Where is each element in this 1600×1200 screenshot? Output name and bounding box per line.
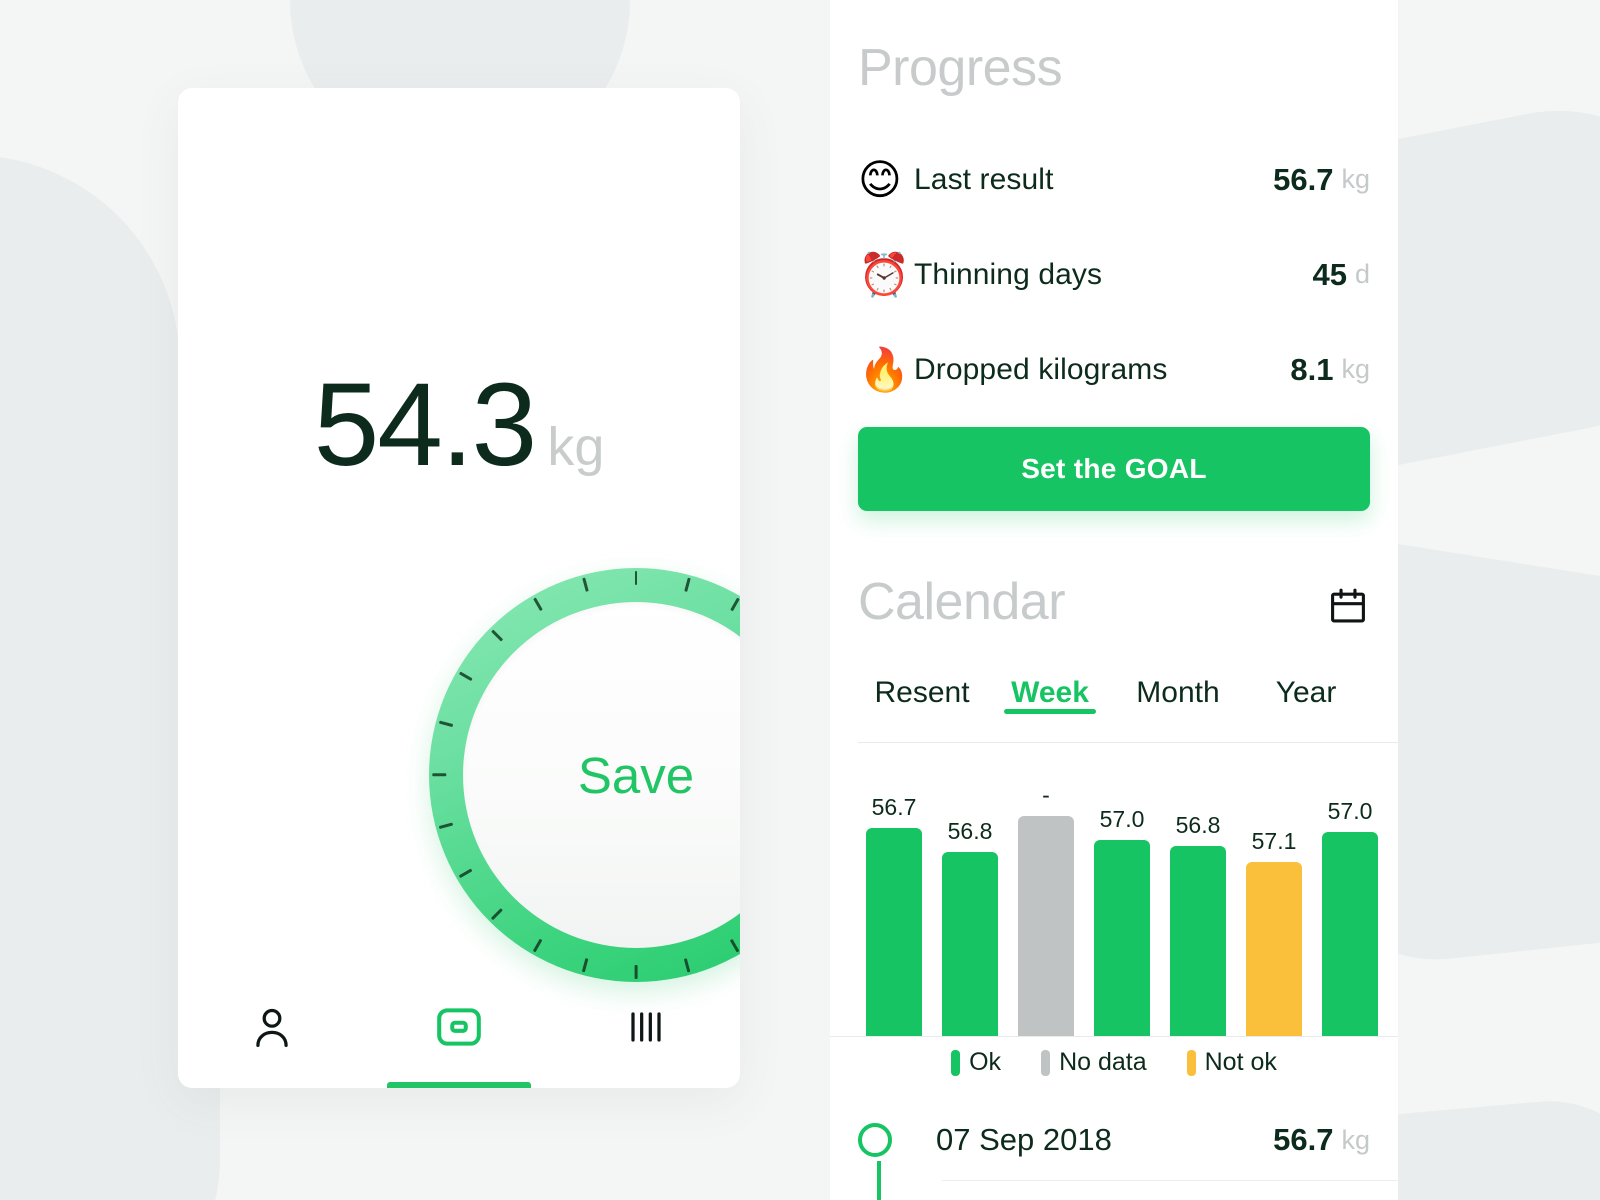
bar[interactable]: [1018, 816, 1074, 1036]
stat-label: Last result: [914, 162, 1054, 196]
dial-tick: [490, 908, 503, 921]
calendar-title: Calendar: [858, 573, 1066, 631]
chart-bars: 56.7 56.8 - 57.0 56.8 57.1 57.0: [866, 778, 1378, 1036]
tab-week[interactable]: Week: [986, 660, 1114, 714]
calendar-icon[interactable]: [1326, 585, 1370, 629]
bar-value-label: 56.8: [947, 818, 993, 844]
weight-value: 54.3: [313, 359, 538, 491]
timeline-dot-icon: [858, 1123, 892, 1200]
tab-month[interactable]: Month: [1114, 660, 1242, 710]
stat-row: ⏰ Thinning days 45 d: [858, 227, 1370, 322]
bar-value-label: 57.0: [1327, 798, 1373, 824]
bar-value-label: 56.7: [871, 794, 917, 820]
stat-value: 8.1: [1290, 351, 1334, 387]
stat-row: 🔥 Dropped kilograms 8.1 kg: [858, 322, 1370, 417]
dial-tick: [683, 577, 691, 592]
bar-value-label: 57.0: [1099, 806, 1145, 832]
dial-tick: [438, 822, 453, 830]
legend-swatch: [951, 1049, 961, 1076]
legend-item: Ok: [951, 1048, 1001, 1077]
dial-tick: [532, 597, 543, 612]
legend-swatch: [1041, 1049, 1051, 1076]
bar-column[interactable]: 56.7: [866, 778, 922, 1036]
bar[interactable]: [1246, 862, 1302, 1036]
save-dial[interactable]: Save: [429, 568, 740, 982]
bars-icon: [620, 1001, 672, 1058]
weight-unit: kg: [547, 417, 605, 477]
fire-emoji: 🔥: [858, 344, 911, 394]
dial-tick: [458, 868, 473, 879]
entry-date: 07 Sep 2018: [936, 1122, 1112, 1157]
bar-column[interactable]: -: [1018, 778, 1074, 1036]
nav-item-profile[interactable]: [178, 970, 365, 1088]
chart-legend: Ok No data Not ok: [830, 1048, 1398, 1077]
alarm-clock-emoji: ⏰: [858, 249, 911, 299]
tabs-divider: [858, 742, 1398, 743]
bar-column[interactable]: 57.1: [1246, 778, 1302, 1036]
bar[interactable]: [1322, 832, 1378, 1036]
scale-card: 54.3 kg Save: [178, 88, 740, 1088]
stat-row: 😊 Last result 56.7 kg: [858, 132, 1370, 227]
legend-label: Ok: [969, 1048, 1002, 1076]
stat-label: Dropped kilograms: [914, 352, 1168, 386]
nav-item-stats[interactable]: [553, 970, 740, 1088]
dial-tick: [581, 577, 589, 592]
entry-divider: [942, 1180, 1398, 1181]
dial-tick: [729, 938, 740, 953]
legend-swatch: [1186, 1049, 1196, 1076]
bar[interactable]: [1094, 840, 1150, 1036]
dial-tick: [432, 773, 446, 777]
save-button-label: Save: [577, 746, 695, 804]
entry-row[interactable]: 07 Sep 2018 56.7 kg: [858, 1098, 1370, 1200]
smiling-face-emoji: 😊: [858, 154, 902, 204]
dial-tick: [438, 720, 453, 728]
calendar-range-tabs: Resent Week Month Year: [858, 660, 1370, 746]
tab-year[interactable]: Year: [1242, 660, 1370, 710]
weight-readout: 54.3 kg: [178, 366, 740, 484]
legend-label: Not ok: [1204, 1048, 1277, 1076]
chart-baseline: [830, 1036, 1398, 1037]
bar-column[interactable]: 57.0: [1322, 778, 1378, 1036]
stat-unit: kg: [1341, 354, 1370, 384]
bar-column[interactable]: 56.8: [942, 778, 998, 1036]
stat-value: 56.7: [1273, 161, 1334, 197]
dial-tick: [490, 629, 503, 642]
dial-tick: [729, 597, 740, 612]
progress-stat-list: 😊 Last result 56.7 kg ⏰ Thinning days 45…: [858, 132, 1370, 417]
bar[interactable]: [1170, 846, 1226, 1036]
active-tab-indicator: [386, 1082, 531, 1088]
stat-unit: kg: [1341, 164, 1370, 194]
tab-resent[interactable]: Resent: [858, 660, 986, 710]
progress-title: Progress: [858, 39, 1063, 97]
nav-item-scale[interactable]: [365, 970, 552, 1088]
bar[interactable]: [942, 852, 998, 1036]
set-goal-button[interactable]: Set the GOAL: [858, 427, 1370, 511]
stat-value: 45: [1312, 256, 1347, 292]
bar-value-label: 57.1: [1251, 828, 1297, 854]
user-icon: [246, 1001, 298, 1058]
bar-column[interactable]: 56.8: [1170, 778, 1226, 1036]
legend-label: No data: [1059, 1048, 1147, 1076]
bar-column[interactable]: 57.0: [1094, 778, 1150, 1036]
dial-tick: [532, 938, 543, 953]
timeline-stem: [877, 1161, 881, 1200]
details-panel: Progress 😊 Last result 56.7 kg ⏰ Thinnin…: [830, 0, 1398, 1200]
legend-item: No data: [1041, 1048, 1147, 1077]
weight-bar-chart: 56.7 56.8 - 57.0 56.8 57.1 57.0: [866, 778, 1378, 1036]
bar[interactable]: [866, 828, 922, 1036]
entry-unit: kg: [1341, 1124, 1370, 1155]
stat-unit: d: [1354, 259, 1370, 289]
stat-label: Thinning days: [914, 257, 1103, 291]
scale-icon: [432, 1000, 486, 1059]
dial-tick: [458, 671, 473, 682]
bar-value-label: 56.8: [1175, 812, 1221, 838]
entry-marker: [858, 1123, 914, 1200]
bottom-navigation: [178, 970, 740, 1088]
legend-item: Not ok: [1186, 1048, 1277, 1077]
bar-value-label: -: [1042, 782, 1050, 808]
dial-tick: [634, 571, 638, 585]
entry-value: 56.7: [1273, 1122, 1334, 1157]
